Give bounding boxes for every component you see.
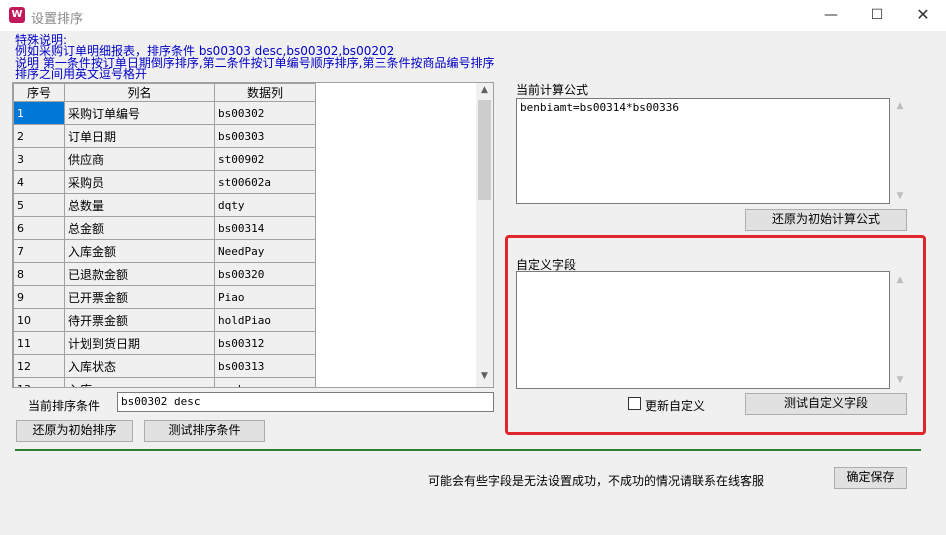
- table-row[interactable]: 13 入库 smsb: [13, 377, 316, 387]
- row-column-name[interactable]: 待开票金额: [64, 308, 215, 332]
- table-row[interactable]: 6 总金额 bs00314: [13, 216, 316, 240]
- row-data-column[interactable]: bs00302: [214, 101, 316, 125]
- table-row[interactable]: 1 采购订单编号 bs00302: [13, 101, 316, 125]
- maximize-button[interactable]: ☐: [854, 0, 900, 31]
- row-data-column[interactable]: NeedPay: [214, 239, 316, 263]
- custom-field-textarea[interactable]: [516, 271, 890, 389]
- row-index: 2: [13, 124, 65, 148]
- row-data-column[interactable]: bs00320: [214, 262, 316, 286]
- row-column-name[interactable]: 总数量: [64, 193, 215, 217]
- note-separator: 排序之间用英文逗号格开: [15, 67, 148, 81]
- formula-textarea[interactable]: benbiamt=bs00314*bs00336: [516, 98, 890, 204]
- row-column-name[interactable]: 计划到货日期: [64, 331, 215, 355]
- section-divider: [15, 449, 921, 451]
- row-data-column[interactable]: smsb: [214, 377, 316, 387]
- row-index: 5: [13, 193, 65, 217]
- row-index: 11: [13, 331, 65, 355]
- table-header-row: 序号 列名 数据列: [13, 83, 316, 102]
- row-data-column[interactable]: bs00314: [214, 216, 316, 240]
- table-row[interactable]: 11 计划到货日期 bs00312: [13, 331, 316, 355]
- row-data-column[interactable]: bs00312: [214, 331, 316, 355]
- row-column-name[interactable]: 入库: [64, 377, 215, 387]
- row-index: 1: [13, 101, 65, 125]
- row-column-name[interactable]: 入库状态: [64, 354, 215, 378]
- row-data-column[interactable]: dqty: [214, 193, 316, 217]
- custom-scroll-up-icon[interactable]: ▲: [893, 275, 907, 285]
- table-row[interactable]: 12 入库状态 bs00313: [13, 354, 316, 378]
- header-data-column[interactable]: 数据列: [214, 83, 316, 102]
- header-column-name[interactable]: 列名: [64, 83, 215, 102]
- grid-scrollbar[interactable]: ▲ ▼: [476, 83, 493, 387]
- row-column-name[interactable]: 订单日期: [64, 124, 215, 148]
- row-index: 3: [13, 147, 65, 171]
- sort-condition-input[interactable]: bs00302 desc: [117, 392, 494, 412]
- minimize-button[interactable]: —: [808, 0, 854, 31]
- formula-label: 当前计算公式: [516, 83, 589, 97]
- reset-formula-button[interactable]: 还原为初始计算公式: [745, 209, 907, 231]
- row-index: 13: [13, 377, 65, 387]
- row-column-name[interactable]: 供应商: [64, 147, 215, 171]
- row-data-column[interactable]: Piao: [214, 285, 316, 309]
- app-icon: W: [9, 7, 25, 23]
- row-index: 12: [13, 354, 65, 378]
- row-index: 10: [13, 308, 65, 332]
- custom-scroll-down-icon[interactable]: ▼: [893, 375, 907, 385]
- row-data-column[interactable]: bs00303: [214, 124, 316, 148]
- table-row[interactable]: 5 总数量 dqty: [13, 193, 316, 217]
- row-index: 9: [13, 285, 65, 309]
- row-column-name[interactable]: 已开票金额: [64, 285, 215, 309]
- scroll-thumb[interactable]: [478, 100, 491, 200]
- row-index: 8: [13, 262, 65, 286]
- row-data-column[interactable]: bs00313: [214, 354, 316, 378]
- row-index: 6: [13, 216, 65, 240]
- row-column-name[interactable]: 采购订单编号: [64, 101, 215, 125]
- column-grid[interactable]: 序号 列名 数据列 1 采购订单编号 bs00302 2 订单日期 bs0030…: [12, 82, 494, 388]
- row-data-column[interactable]: st00602a: [214, 170, 316, 194]
- sort-condition-label: 当前排序条件: [28, 399, 101, 413]
- table-row[interactable]: 2 订单日期 bs00303: [13, 124, 316, 148]
- update-custom-checkbox[interactable]: [628, 397, 641, 410]
- window-title: 设置排序: [31, 12, 84, 27]
- scroll-up-icon[interactable]: ▲: [476, 85, 493, 99]
- row-column-name[interactable]: 已退款金额: [64, 262, 215, 286]
- row-data-column[interactable]: holdPiao: [214, 308, 316, 332]
- footer-message: 可能会有些字段是无法设置成功，不成功的情况请联系在线客服: [428, 474, 765, 488]
- table-row[interactable]: 9 已开票金额 Piao: [13, 285, 316, 309]
- title-bar: W 设置排序 — ☐ ✕: [0, 0, 946, 31]
- table-row[interactable]: 10 待开票金额 holdPiao: [13, 308, 316, 332]
- table-row[interactable]: 7 入库金额 NeedPay: [13, 239, 316, 263]
- formula-scroll-down-icon[interactable]: ▼: [893, 191, 907, 201]
- header-index[interactable]: 序号: [13, 83, 65, 102]
- save-button[interactable]: 确定保存: [834, 467, 907, 489]
- table-row[interactable]: 4 采购员 st00602a: [13, 170, 316, 194]
- reset-sort-button[interactable]: 还原为初始排序: [16, 420, 133, 442]
- close-button[interactable]: ✕: [900, 0, 946, 31]
- formula-scroll-up-icon[interactable]: ▲: [893, 101, 907, 111]
- row-column-name[interactable]: 采购员: [64, 170, 215, 194]
- row-data-column[interactable]: st00902: [214, 147, 316, 171]
- table-row[interactable]: 8 已退款金额 bs00320: [13, 262, 316, 286]
- table-row[interactable]: 3 供应商 st00902: [13, 147, 316, 171]
- row-column-name[interactable]: 总金额: [64, 216, 215, 240]
- scroll-down-icon[interactable]: ▼: [476, 371, 493, 385]
- row-index: 7: [13, 239, 65, 263]
- row-column-name[interactable]: 入库金额: [64, 239, 215, 263]
- test-custom-field-button[interactable]: 测试自定义字段: [745, 393, 907, 415]
- row-index: 4: [13, 170, 65, 194]
- update-custom-label[interactable]: 更新自定义: [645, 397, 705, 414]
- test-sort-button[interactable]: 测试排序条件: [144, 420, 265, 442]
- column-table: 序号 列名 数据列 1 采购订单编号 bs00302 2 订单日期 bs0030…: [13, 83, 316, 387]
